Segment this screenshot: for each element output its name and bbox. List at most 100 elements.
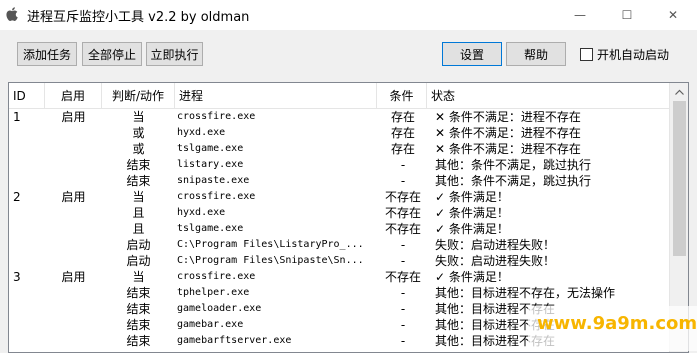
scroll-thumb[interactable]	[673, 101, 686, 256]
table-row[interactable]: 结束 snipaste.exe - 其他：条件不满足，跳过执行	[9, 173, 669, 189]
cell-action: 启动	[126, 238, 151, 252]
cell-status: ✓ 条件满足！	[435, 222, 509, 236]
cell-enabled	[45, 221, 102, 237]
cell-condition: 存在	[390, 126, 415, 140]
table-row[interactable]: 2 启用 当 crossfire.exe 不存在 ✓ 条件满足！	[9, 189, 669, 205]
table-row[interactable]: 启动 C:\Program Files\Snipaste\Sn... - 失败：启动进…	[9, 253, 669, 269]
cell-status: ✕ 条件不满足：进程不存在	[435, 142, 581, 156]
table-row[interactable]: 且 tslgame.exe 不存在 ✓ 条件满足！	[9, 221, 669, 237]
cell-id	[13, 141, 43, 157]
cell-id	[13, 221, 43, 237]
cell-id	[13, 173, 43, 189]
cell-enabled	[45, 285, 102, 301]
cell-status: ✕ 条件不满足：进程不存在	[435, 110, 581, 124]
table-row[interactable]: 结束 tphelper.exe - 其他：目标进程不存在，无法操作	[9, 285, 669, 301]
title-bar: 进程互斥监控小工具 v2.2 by oldman — ☐ ✕	[0, 0, 697, 30]
cell-id	[13, 237, 43, 253]
cell-enabled	[45, 125, 102, 141]
help-button[interactable]: 帮助	[506, 42, 566, 66]
table-row[interactable]: 结束 listary.exe - 其他：条件不满足，跳过执行	[9, 157, 669, 173]
cell-status: 失败：启动进程失败！	[435, 238, 556, 252]
cell-enabled	[45, 173, 102, 189]
cell-condition: -	[400, 174, 406, 188]
cell-condition: -	[400, 238, 406, 252]
cell-enabled: 启用	[61, 110, 86, 124]
cell-action: 结束	[126, 302, 151, 316]
cell-id	[13, 205, 43, 221]
cell-action: 或	[132, 126, 145, 140]
cell-enabled	[45, 317, 102, 333]
cell-status: ✓ 条件满足！	[435, 206, 509, 220]
cell-condition: 不存在	[384, 206, 421, 220]
cell-process: C:\Program Files\ListaryPro_...	[177, 239, 364, 250]
minimize-button[interactable]: —	[557, 0, 603, 30]
table-row[interactable]: 1 启用 当 crossfire.exe 存在 ✕ 条件不满足：进程不存在	[9, 109, 669, 125]
maximize-button[interactable]: ☐	[604, 0, 650, 30]
cell-action: 当	[132, 110, 145, 124]
list-header: ID 启用 判断/动作 进程 条件 状态	[9, 83, 669, 109]
cell-enabled	[45, 157, 102, 173]
cell-condition: 不存在	[384, 190, 421, 204]
cell-process: crossfire.exe	[177, 191, 256, 202]
cell-process: tslgame.exe	[177, 223, 244, 234]
cell-process: gamebarftserver.exe	[177, 335, 292, 346]
cell-enabled	[45, 253, 102, 269]
window-title: 进程互斥监控小工具 v2.2 by oldman	[27, 10, 250, 25]
cell-enabled: 启用	[61, 190, 86, 204]
table-row[interactable]: 启动 C:\Program Files\ListaryPro_... - 失败：启动进…	[9, 237, 669, 253]
cell-process: gamebar.exe	[177, 319, 244, 330]
stop-all-button[interactable]: 全部停止	[82, 42, 142, 66]
table-row[interactable]: 3 启用 当 crossfire.exe 不存在 ✓ 条件满足！	[9, 269, 669, 285]
column-header-status[interactable]: 状态	[427, 83, 669, 109]
cell-process: hyxd.exe	[177, 127, 226, 138]
cell-process: gameloader.exe	[177, 303, 262, 314]
cell-action: 当	[132, 270, 145, 284]
cell-id	[13, 333, 43, 349]
column-header-process[interactable]: 进程	[175, 83, 377, 109]
table-row[interactable]: 或 tslgame.exe 存在 ✕ 条件不满足：进程不存在	[9, 141, 669, 157]
cell-status: ✓ 条件满足！	[435, 270, 509, 284]
watermark-text: www.9a9m.com	[537, 313, 697, 334]
cell-id	[13, 125, 43, 141]
close-button[interactable]: ✕	[650, 0, 696, 30]
minimize-icon: —	[574, 8, 586, 22]
cell-id: 1	[13, 110, 21, 124]
cell-id	[13, 301, 43, 317]
table-row[interactable]: 且 hyxd.exe 不存在 ✓ 条件满足！	[9, 205, 669, 221]
cell-action: 且	[132, 206, 145, 220]
scroll-up-button[interactable]	[670, 83, 688, 100]
cell-enabled	[45, 301, 102, 317]
cell-process: hyxd.exe	[177, 207, 226, 218]
cell-status: 其他：条件不满足，跳过执行	[435, 174, 592, 188]
table-row[interactable]: 或 hyxd.exe 存在 ✕ 条件不满足：进程不存在	[9, 125, 669, 141]
cell-status: ✓ 条件满足！	[435, 190, 509, 204]
cell-process: tphelper.exe	[177, 287, 250, 298]
cell-process: crossfire.exe	[177, 111, 256, 122]
cell-status: 其他：条件不满足，跳过执行	[435, 158, 592, 172]
cell-enabled	[45, 333, 102, 349]
cell-id	[13, 253, 43, 269]
cell-process: snipaste.exe	[177, 175, 250, 186]
column-header-action[interactable]: 判断/动作	[102, 83, 175, 109]
column-header-enabled[interactable]: 启用	[45, 83, 102, 109]
add-task-button[interactable]: 添加任务	[17, 42, 77, 66]
cell-action: 结束	[126, 318, 151, 332]
column-header-id[interactable]: ID	[9, 83, 45, 109]
settings-button[interactable]: 设置	[442, 42, 502, 66]
cell-id: 2	[13, 190, 21, 204]
cell-condition: -	[400, 334, 406, 348]
run-now-button[interactable]: 立即执行	[146, 42, 203, 66]
cell-process: tslgame.exe	[177, 143, 244, 154]
cell-id	[13, 285, 43, 301]
cell-status: 其他：目标进程不存在，无法操作	[435, 286, 616, 300]
cell-action: 结束	[126, 158, 151, 172]
cell-process: C:\Program Files\Snipaste\Sn...	[177, 255, 364, 266]
column-header-condition[interactable]: 条件	[377, 83, 427, 109]
cell-condition: 存在	[390, 142, 415, 156]
cell-id	[13, 317, 43, 333]
autostart-option[interactable]: 开机自动启动	[580, 46, 669, 63]
autostart-checkbox[interactable]	[580, 48, 593, 61]
cell-action: 且	[132, 222, 145, 236]
cell-enabled	[45, 205, 102, 221]
cell-enabled	[45, 237, 102, 253]
